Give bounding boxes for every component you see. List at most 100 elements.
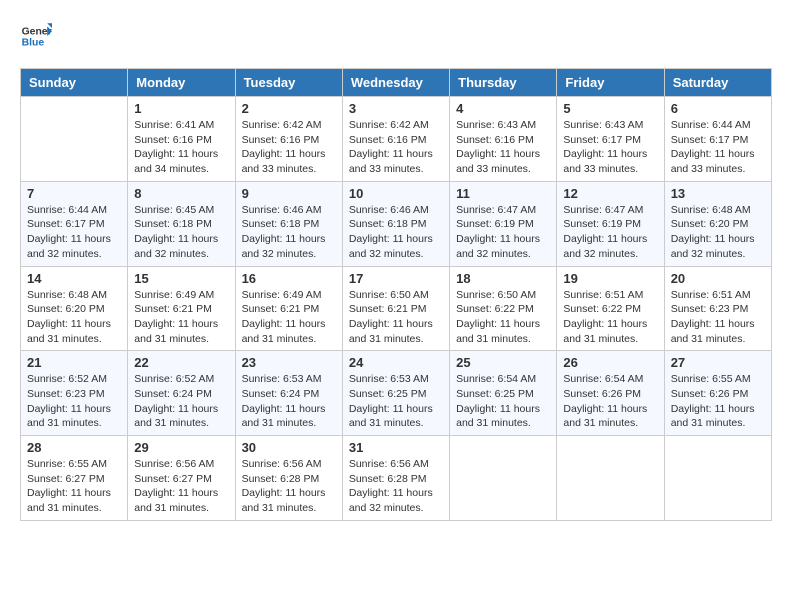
calendar-cell: 15 Sunrise: 6:49 AMSunset: 6:21 PMDayligh…	[128, 266, 235, 351]
day-number: 13	[671, 186, 765, 201]
day-info: Sunrise: 6:55 AMSunset: 6:27 PMDaylight:…	[27, 457, 121, 516]
day-info: Sunrise: 6:53 AMSunset: 6:24 PMDaylight:…	[242, 372, 336, 431]
day-info: Sunrise: 6:54 AMSunset: 6:26 PMDaylight:…	[563, 372, 657, 431]
day-number: 29	[134, 440, 228, 455]
calendar-cell: 14 Sunrise: 6:48 AMSunset: 6:20 PMDayligh…	[21, 266, 128, 351]
day-number: 28	[27, 440, 121, 455]
day-number: 10	[349, 186, 443, 201]
logo: General Blue	[20, 20, 52, 52]
day-info: Sunrise: 6:52 AMSunset: 6:24 PMDaylight:…	[134, 372, 228, 431]
calendar-week-4: 21 Sunrise: 6:52 AMSunset: 6:23 PMDayligh…	[21, 351, 772, 436]
calendar-week-3: 14 Sunrise: 6:48 AMSunset: 6:20 PMDayligh…	[21, 266, 772, 351]
generalblue-logo-icon: General Blue	[20, 20, 52, 52]
day-number: 2	[242, 101, 336, 116]
day-number: 16	[242, 271, 336, 286]
day-info: Sunrise: 6:45 AMSunset: 6:18 PMDaylight:…	[134, 203, 228, 262]
day-number: 30	[242, 440, 336, 455]
svg-text:Blue: Blue	[22, 38, 45, 49]
day-number: 4	[456, 101, 550, 116]
day-number: 25	[456, 355, 550, 370]
calendar-cell: 25 Sunrise: 6:54 AMSunset: 6:25 PMDayligh…	[450, 351, 557, 436]
day-info: Sunrise: 6:41 AMSunset: 6:16 PMDaylight:…	[134, 118, 228, 177]
calendar-cell: 18 Sunrise: 6:50 AMSunset: 6:22 PMDayligh…	[450, 266, 557, 351]
day-info: Sunrise: 6:51 AMSunset: 6:22 PMDaylight:…	[563, 288, 657, 347]
calendar-cell: 3 Sunrise: 6:42 AMSunset: 6:16 PMDaylight…	[342, 97, 449, 182]
day-info: Sunrise: 6:46 AMSunset: 6:18 PMDaylight:…	[242, 203, 336, 262]
day-number: 20	[671, 271, 765, 286]
day-info: Sunrise: 6:44 AMSunset: 6:17 PMDaylight:…	[671, 118, 765, 177]
day-info: Sunrise: 6:49 AMSunset: 6:21 PMDaylight:…	[134, 288, 228, 347]
calendar-cell: 10 Sunrise: 6:46 AMSunset: 6:18 PMDayligh…	[342, 181, 449, 266]
calendar-cell: 16Sunrise: 6:49 AMSunset: 6:21 PMDayligh…	[235, 266, 342, 351]
day-number: 19	[563, 271, 657, 286]
weekday-header-tuesday: Tuesday	[235, 69, 342, 97]
day-info: Sunrise: 6:55 AMSunset: 6:26 PMDaylight:…	[671, 372, 765, 431]
day-info: Sunrise: 6:47 AMSunset: 6:19 PMDaylight:…	[563, 203, 657, 262]
calendar-cell: 11 Sunrise: 6:47 AMSunset: 6:19 PMDayligh…	[450, 181, 557, 266]
calendar-cell: 28 Sunrise: 6:55 AMSunset: 6:27 PMDayligh…	[21, 436, 128, 521]
calendar-cell	[21, 97, 128, 182]
day-number: 14	[27, 271, 121, 286]
calendar-cell: 23 Sunrise: 6:53 AMSunset: 6:24 PMDayligh…	[235, 351, 342, 436]
calendar-cell	[664, 436, 771, 521]
calendar-cell: 24 Sunrise: 6:53 AMSunset: 6:25 PMDayligh…	[342, 351, 449, 436]
calendar-cell: 21 Sunrise: 6:52 AMSunset: 6:23 PMDayligh…	[21, 351, 128, 436]
weekday-header-friday: Friday	[557, 69, 664, 97]
day-info: Sunrise: 6:48 AMSunset: 6:20 PMDaylight:…	[27, 288, 121, 347]
calendar-week-5: 28 Sunrise: 6:55 AMSunset: 6:27 PMDayligh…	[21, 436, 772, 521]
day-info: Sunrise: 6:42 AMSunset: 6:16 PMDaylight:…	[349, 118, 443, 177]
calendar-cell: 9Sunrise: 6:46 AMSunset: 6:18 PMDaylight…	[235, 181, 342, 266]
calendar-cell: 29 Sunrise: 6:56 AMSunset: 6:27 PMDayligh…	[128, 436, 235, 521]
page-header: General Blue	[20, 20, 772, 52]
day-info: Sunrise: 6:56 AMSunset: 6:28 PMDaylight:…	[349, 457, 443, 516]
calendar-cell: 8 Sunrise: 6:45 AMSunset: 6:18 PMDaylight…	[128, 181, 235, 266]
day-number: 11	[456, 186, 550, 201]
day-info: Sunrise: 6:43 AMSunset: 6:16 PMDaylight:…	[456, 118, 550, 177]
weekday-header-wednesday: Wednesday	[342, 69, 449, 97]
day-number: 23	[242, 355, 336, 370]
weekday-header-saturday: Saturday	[664, 69, 771, 97]
day-number: 17	[349, 271, 443, 286]
day-info: Sunrise: 6:42 AMSunset: 6:16 PMDaylight:…	[242, 118, 336, 177]
weekday-header-row: SundayMondayTuesdayWednesdayThursdayFrid…	[21, 69, 772, 97]
calendar-cell: 20 Sunrise: 6:51 AMSunset: 6:23 PMDayligh…	[664, 266, 771, 351]
weekday-header-sunday: Sunday	[21, 69, 128, 97]
day-number: 8	[134, 186, 228, 201]
calendar-cell: 30 Sunrise: 6:56 AMSunset: 6:28 PMDayligh…	[235, 436, 342, 521]
day-number: 7	[27, 186, 121, 201]
calendar-cell: 1Sunrise: 6:41 AMSunset: 6:16 PMDaylight…	[128, 97, 235, 182]
calendar-cell: 19 Sunrise: 6:51 AMSunset: 6:22 PMDayligh…	[557, 266, 664, 351]
day-number: 24	[349, 355, 443, 370]
day-info: Sunrise: 6:54 AMSunset: 6:25 PMDaylight:…	[456, 372, 550, 431]
day-number: 27	[671, 355, 765, 370]
day-info: Sunrise: 6:51 AMSunset: 6:23 PMDaylight:…	[671, 288, 765, 347]
day-info: Sunrise: 6:46 AMSunset: 6:18 PMDaylight:…	[349, 203, 443, 262]
day-info: Sunrise: 6:43 AMSunset: 6:17 PMDaylight:…	[563, 118, 657, 177]
day-number: 3	[349, 101, 443, 116]
day-info: Sunrise: 6:56 AMSunset: 6:28 PMDaylight:…	[242, 457, 336, 516]
calendar-table: SundayMondayTuesdayWednesdayThursdayFrid…	[20, 68, 772, 521]
day-info: Sunrise: 6:50 AMSunset: 6:22 PMDaylight:…	[456, 288, 550, 347]
day-info: Sunrise: 6:47 AMSunset: 6:19 PMDaylight:…	[456, 203, 550, 262]
day-number: 21	[27, 355, 121, 370]
calendar-cell: 13Sunrise: 6:48 AMSunset: 6:20 PMDayligh…	[664, 181, 771, 266]
day-info: Sunrise: 6:52 AMSunset: 6:23 PMDaylight:…	[27, 372, 121, 431]
day-number: 6	[671, 101, 765, 116]
calendar-week-1: 1Sunrise: 6:41 AMSunset: 6:16 PMDaylight…	[21, 97, 772, 182]
day-number: 22	[134, 355, 228, 370]
calendar-week-2: 7Sunrise: 6:44 AMSunset: 6:17 PMDaylight…	[21, 181, 772, 266]
calendar-cell: 31 Sunrise: 6:56 AMSunset: 6:28 PMDayligh…	[342, 436, 449, 521]
day-number: 15	[134, 271, 228, 286]
day-number: 31	[349, 440, 443, 455]
day-number: 18	[456, 271, 550, 286]
calendar-cell: 27 Sunrise: 6:55 AMSunset: 6:26 PMDayligh…	[664, 351, 771, 436]
day-info: Sunrise: 6:53 AMSunset: 6:25 PMDaylight:…	[349, 372, 443, 431]
weekday-header-thursday: Thursday	[450, 69, 557, 97]
calendar-cell: 17Sunrise: 6:50 AMSunset: 6:21 PMDayligh…	[342, 266, 449, 351]
calendar-cell: 22 Sunrise: 6:52 AMSunset: 6:24 PMDayligh…	[128, 351, 235, 436]
day-number: 5	[563, 101, 657, 116]
day-info: Sunrise: 6:56 AMSunset: 6:27 PMDaylight:…	[134, 457, 228, 516]
weekday-header-monday: Monday	[128, 69, 235, 97]
calendar-cell	[557, 436, 664, 521]
calendar-cell: 12Sunrise: 6:47 AMSunset: 6:19 PMDayligh…	[557, 181, 664, 266]
